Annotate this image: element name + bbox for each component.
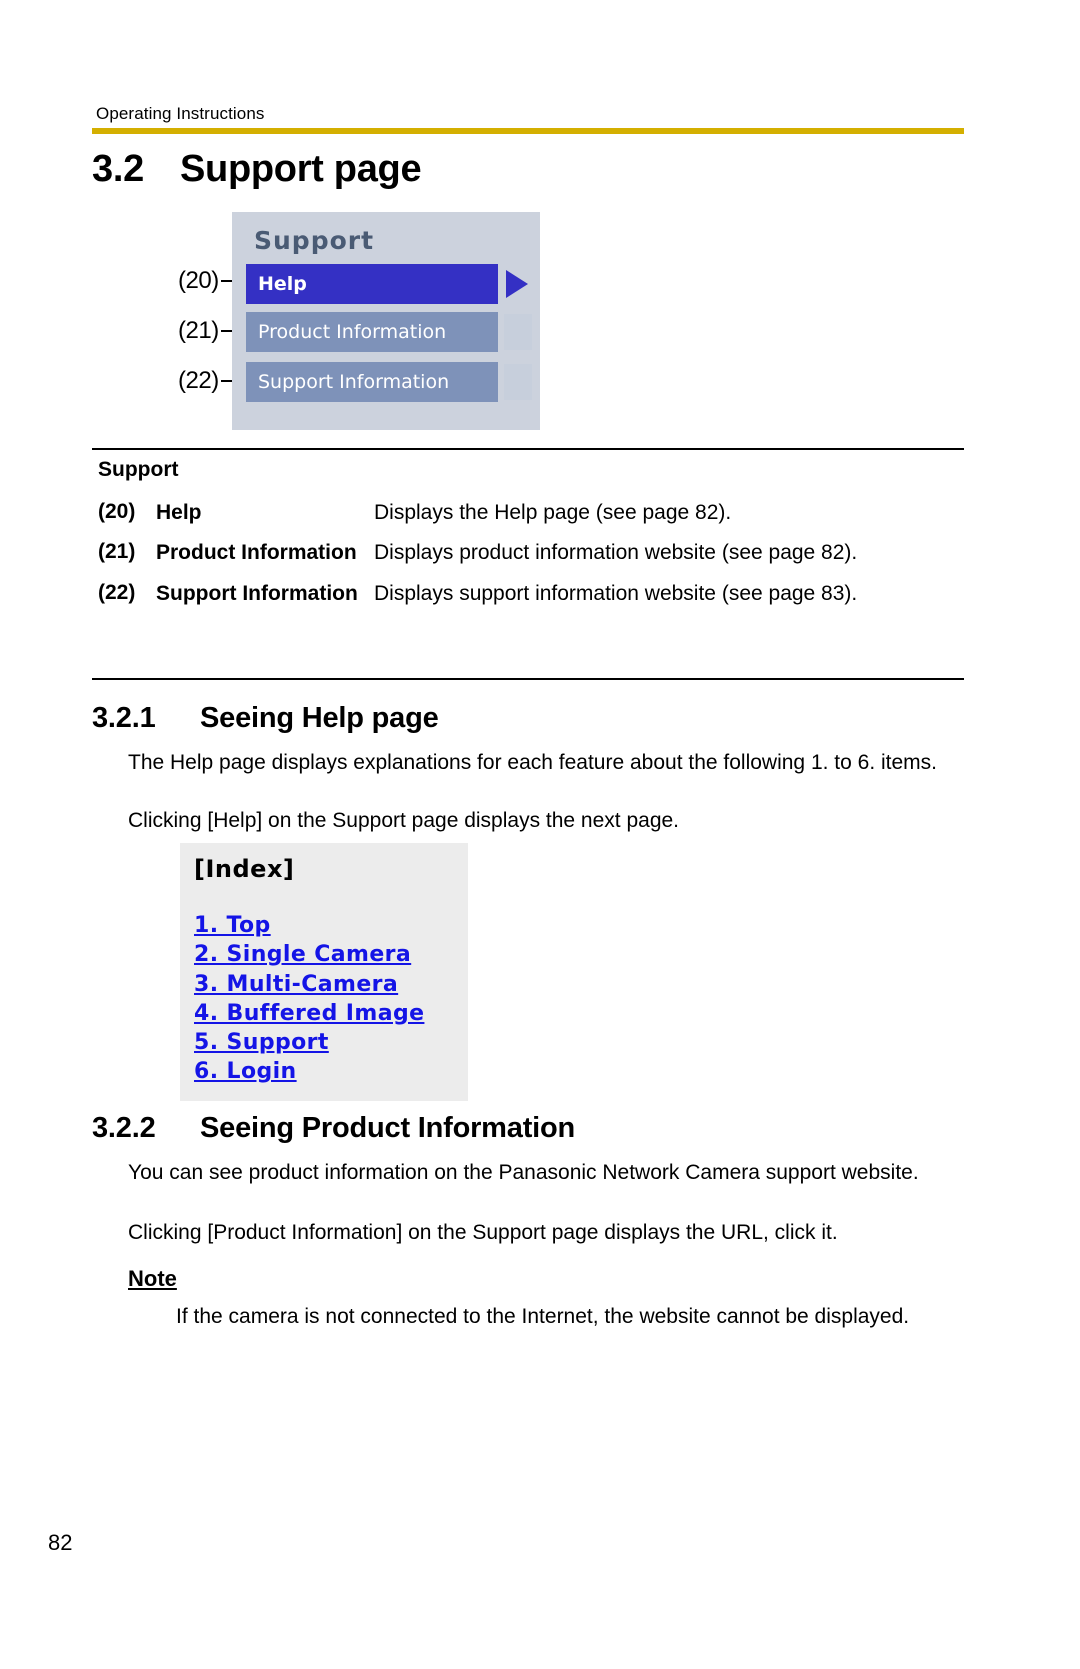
legend-row-number: (21) <box>98 540 136 564</box>
menu-item-help-label: Help <box>258 273 307 295</box>
index-link-list: 1. Top 2. Single Camera 3. Multi-Camera … <box>194 911 424 1087</box>
section-heading-322: 3.2.2 Seeing Product Information <box>92 1112 972 1145</box>
index-link-login[interactable]: 6. Login <box>194 1057 424 1086</box>
callout-22-label: (22) <box>178 367 219 394</box>
menu-item-support-information[interactable]: Support Information <box>246 362 498 402</box>
legend-row-description: Displays support information website (se… <box>374 581 858 605</box>
table-row: (22) Support Information Displays suppor… <box>92 581 972 607</box>
chapter-title-text: Support page <box>180 148 422 190</box>
running-header: Operating Instructions <box>96 104 265 123</box>
legend-row-number: (20) <box>98 500 136 523</box>
table-row: (20) Help Displays the Help page (see pa… <box>92 500 972 526</box>
document-page: Operating Instructions 3.2 Support page … <box>0 0 1080 1669</box>
index-link-top[interactable]: 1. Top <box>194 911 424 940</box>
support-menu-panel: Support Help Product Information Support… <box>232 212 540 430</box>
legend-table: Support (20) Help Displays the Help page… <box>92 458 972 621</box>
section-321-number: 3.2.1 <box>92 702 156 734</box>
section-322-number: 3.2.2 <box>92 1112 156 1144</box>
note-body-text: If the camera is not connected to the In… <box>176 1305 910 1328</box>
legend-row-description: Displays the Help page (see page 82). <box>374 501 732 524</box>
table-row: (21) Product Information Displays produc… <box>92 540 972 566</box>
callout-20: (20) <box>178 267 237 295</box>
header-rule <box>92 128 964 134</box>
menu-item-help[interactable]: Help <box>246 264 498 304</box>
callout-21: (21) <box>178 317 237 345</box>
menu-item-product-information-label: Product Information <box>258 321 447 343</box>
index-link-buffered-image[interactable]: 4. Buffered Image <box>194 999 424 1028</box>
selection-arrow-icon <box>506 270 528 298</box>
legend-row-number: (22) <box>98 580 136 604</box>
index-link-multi-camera[interactable]: 3. Multi-Camera <box>194 970 424 999</box>
chapter-number: 3.2 <box>92 148 144 190</box>
page-title: 3.2 Support page <box>92 148 972 191</box>
panel-texture-1 <box>504 314 532 350</box>
section-321-paragraph-2: Clicking [Help] on the Support page disp… <box>128 809 680 832</box>
callout-20-label: (20) <box>178 267 219 294</box>
section-322-paragraph-2: Clicking [Product Information] on the Su… <box>128 1221 838 1244</box>
legend-row-label: Support Information <box>156 581 358 605</box>
support-panel-heading: Support <box>254 226 375 255</box>
index-page-figure: [Index] 1. Top 2. Single Camera 3. Multi… <box>180 843 468 1101</box>
note-heading: Note <box>128 1266 177 1291</box>
legend-row-description: Displays product information website (se… <box>374 541 858 565</box>
support-menu-figure: (20) (21) (22) Support Help Product Info… <box>176 212 546 430</box>
section-321-paragraph-1: The Help page displays explanations for … <box>128 751 937 774</box>
menu-item-product-information[interactable]: Product Information <box>246 312 498 352</box>
panel-texture-2 <box>504 364 532 400</box>
legend-bottom-rule <box>92 678 964 680</box>
index-heading: [Index] <box>194 855 295 883</box>
section-322-title: Seeing Product Information <box>200 1112 576 1144</box>
index-link-support[interactable]: 5. Support <box>194 1028 424 1057</box>
section-heading-321: 3.2.1 Seeing Help page <box>92 702 972 735</box>
legend-top-rule <box>92 448 964 450</box>
callout-22: (22) <box>178 367 237 395</box>
callout-21-label: (21) <box>178 317 219 344</box>
legend-row-label: Help <box>156 501 202 524</box>
legend-title: Support <box>98 458 179 481</box>
legend-row-label: Product Information <box>156 541 357 565</box>
section-322-paragraph-1: You can see product information on the P… <box>128 1161 919 1184</box>
index-link-single-camera[interactable]: 2. Single Camera <box>194 940 424 969</box>
section-321-title: Seeing Help page <box>200 702 439 734</box>
menu-item-support-information-label: Support Information <box>258 371 450 393</box>
page-number: 82 <box>48 1530 73 1555</box>
